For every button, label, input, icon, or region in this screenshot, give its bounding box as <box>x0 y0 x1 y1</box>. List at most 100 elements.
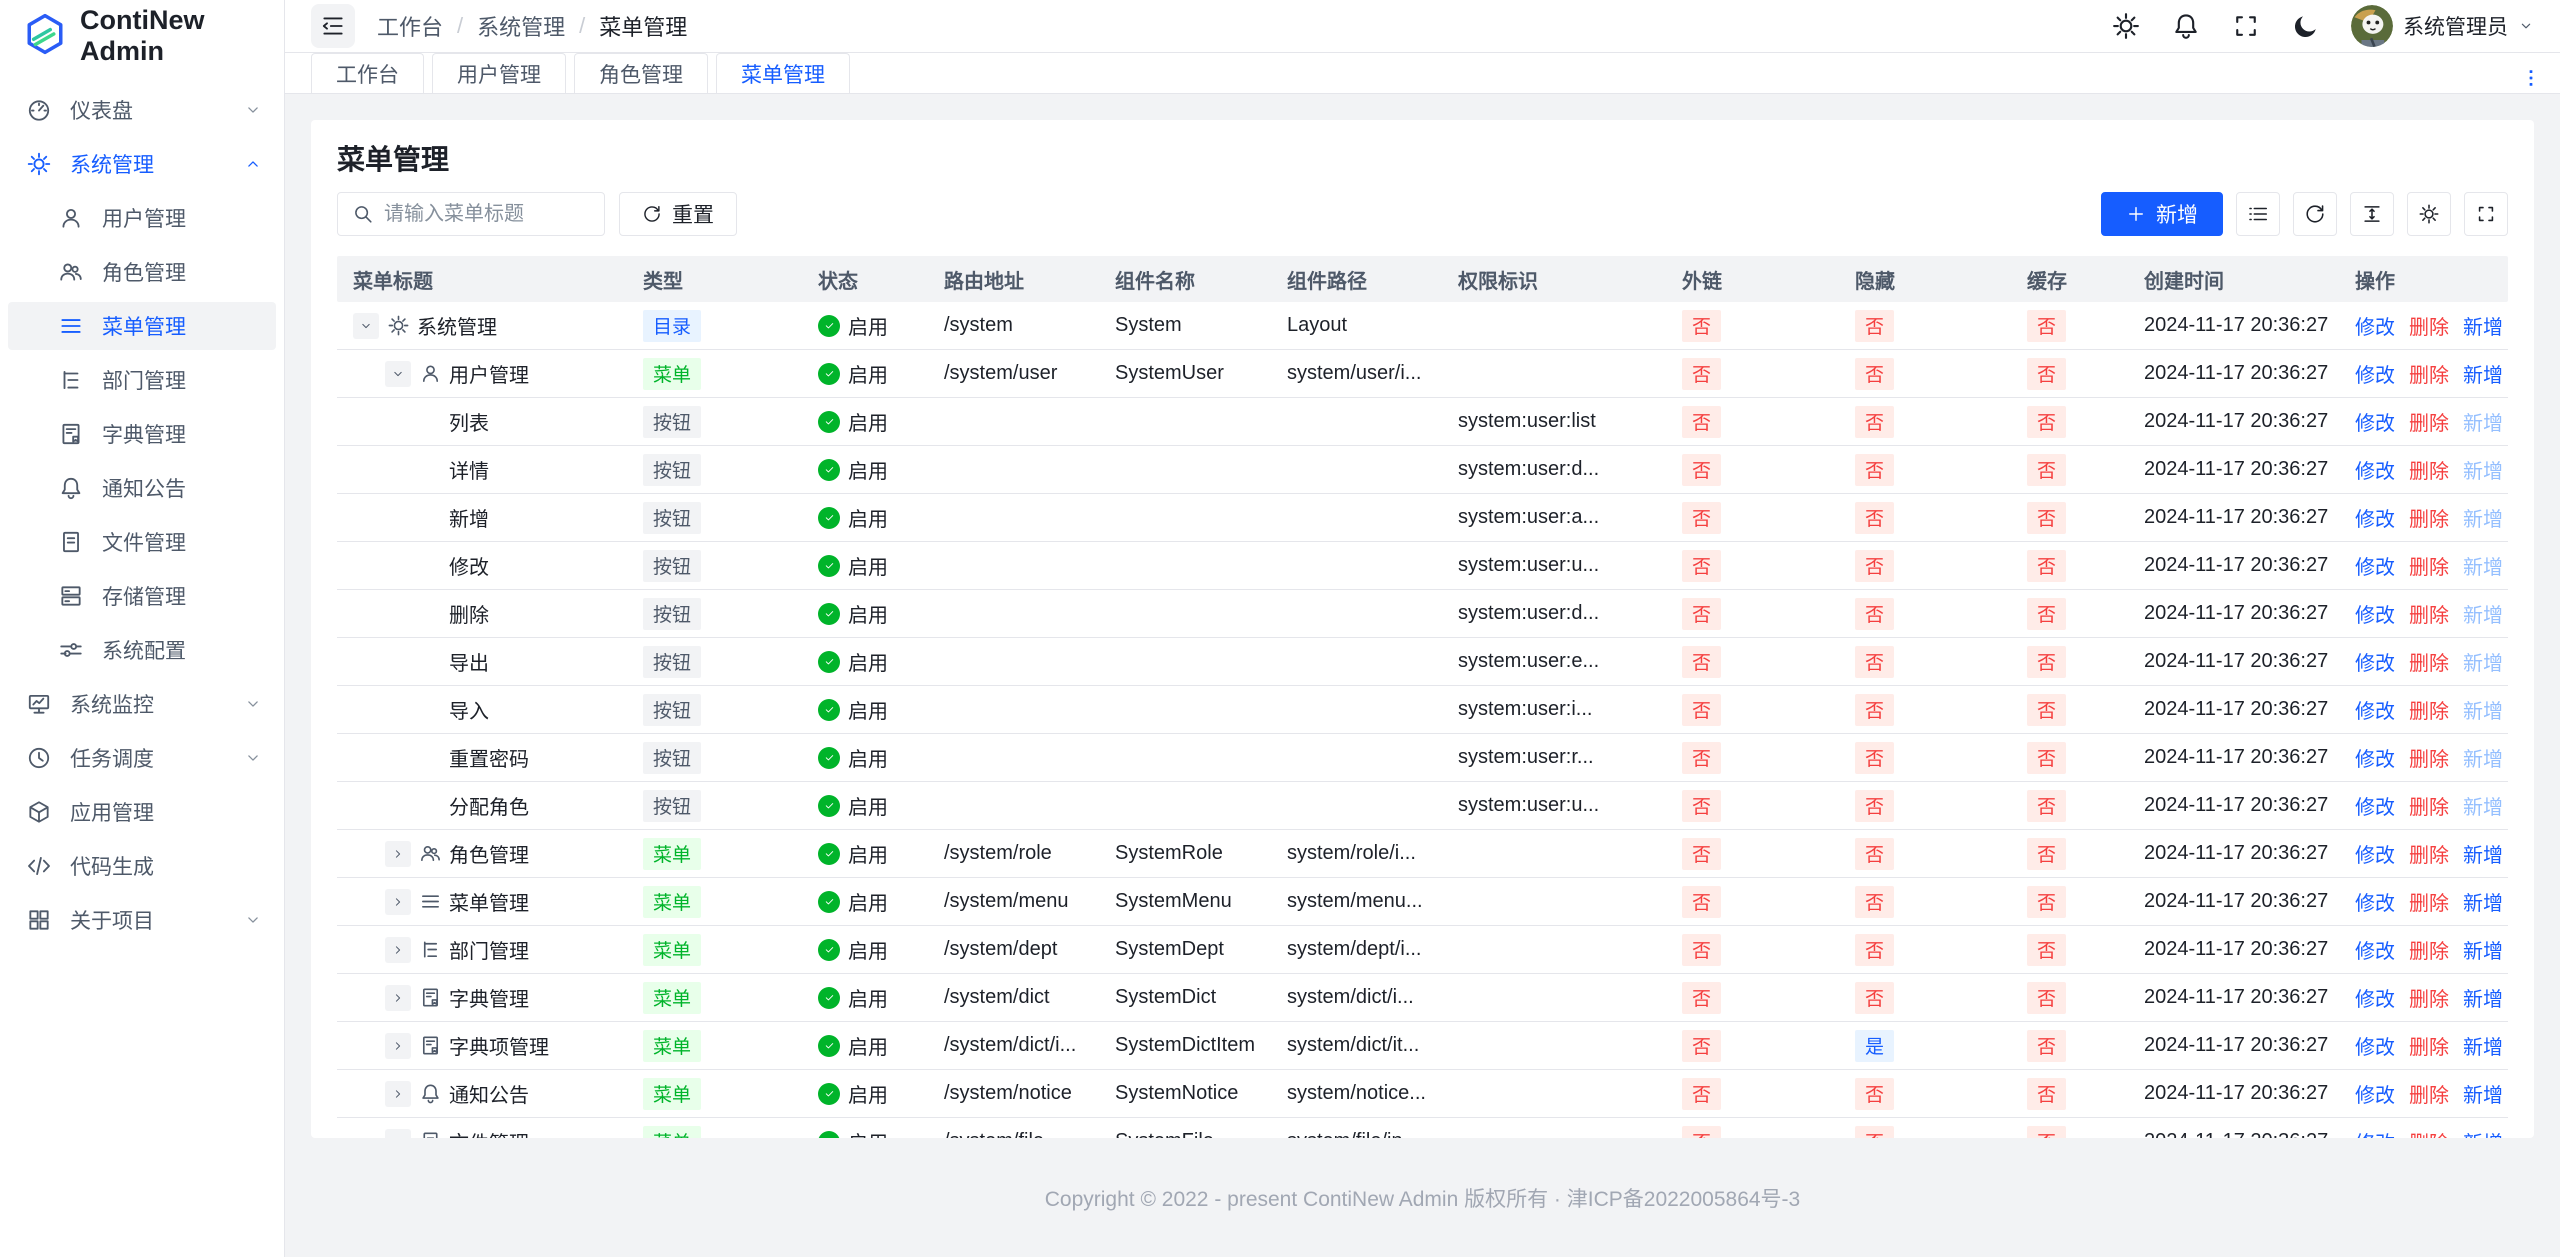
breadcrumb-item[interactable]: 系统管理 <box>477 10 565 42</box>
sidebar-item-label: 系统管理 <box>70 149 244 179</box>
edit-link[interactable]: 修改 <box>2355 359 2395 388</box>
tree-expand-button[interactable] <box>385 1081 411 1107</box>
sidebar-item-clock[interactable]: 任务调度 <box>8 734 276 782</box>
tree-expand-button[interactable] <box>385 361 411 387</box>
add-link[interactable]: 新增 <box>2463 1079 2503 1108</box>
tree-expand-button[interactable] <box>385 841 411 867</box>
add-link[interactable]: 新增 <box>2463 887 2503 916</box>
sidebar-item-file[interactable]: 文件管理 <box>8 518 276 566</box>
delete-link[interactable]: 删除 <box>2409 503 2449 532</box>
edit-link[interactable]: 修改 <box>2355 791 2395 820</box>
edit-link[interactable]: 修改 <box>2355 503 2395 532</box>
edit-link[interactable]: 修改 <box>2355 1079 2395 1108</box>
sidebar-item-bell[interactable]: 通知公告 <box>8 464 276 512</box>
edit-link[interactable]: 修改 <box>2355 839 2395 868</box>
add-link[interactable]: 新增 <box>2463 839 2503 868</box>
sidebar-item-user-group[interactable]: 角色管理 <box>8 248 276 296</box>
sidebar-item-tree[interactable]: 部门管理 <box>8 356 276 404</box>
column-settings-button[interactable] <box>2407 192 2451 236</box>
tree-expand-button[interactable] <box>385 1129 411 1139</box>
edit-link[interactable]: 修改 <box>2355 935 2395 964</box>
tree-expand-button[interactable] <box>385 1033 411 1059</box>
edit-link[interactable]: 修改 <box>2355 887 2395 916</box>
sidebar-item-config[interactable]: 系统配置 <box>8 626 276 674</box>
notification-icon[interactable] <box>2171 11 2201 41</box>
delete-link[interactable]: 删除 <box>2409 407 2449 436</box>
tab[interactable]: 用户管理 <box>432 53 566 93</box>
no-badge: 否 <box>1855 694 1894 726</box>
tab[interactable]: 工作台 <box>311 53 424 93</box>
sidebar-collapse-button[interactable] <box>311 4 355 48</box>
delete-link[interactable]: 删除 <box>2409 743 2449 772</box>
edit-link[interactable]: 修改 <box>2355 455 2395 484</box>
sidebar-item-code[interactable]: 代码生成 <box>8 842 276 890</box>
delete-link[interactable]: 删除 <box>2409 455 2449 484</box>
search-input[interactable] <box>384 203 590 226</box>
delete-link[interactable]: 删除 <box>2409 983 2449 1012</box>
delete-link[interactable]: 删除 <box>2409 695 2449 724</box>
edit-link[interactable]: 修改 <box>2355 743 2395 772</box>
logo[interactable]: ContiNew Admin <box>0 0 284 72</box>
sidebar-item-dict[interactable]: 字典管理 <box>8 410 276 458</box>
reset-button[interactable]: 重置 <box>619 192 737 236</box>
delete-link[interactable]: 删除 <box>2409 311 2449 340</box>
moon-icon[interactable] <box>2291 11 2321 41</box>
delete-link[interactable]: 删除 <box>2409 887 2449 916</box>
tree-expand-button[interactable] <box>385 985 411 1011</box>
add-link[interactable]: 新增 <box>2463 1127 2503 1138</box>
sidebar-item-user[interactable]: 用户管理 <box>8 194 276 242</box>
edit-link[interactable]: 修改 <box>2355 311 2395 340</box>
edit-link[interactable]: 修改 <box>2355 551 2395 580</box>
edit-link[interactable]: 修改 <box>2355 407 2395 436</box>
avatar[interactable] <box>2351 5 2393 47</box>
add-button[interactable]: 新增 <box>2101 192 2223 236</box>
sidebar-item-monitor[interactable]: 系统监控 <box>8 680 276 728</box>
refresh-table-button[interactable] <box>2293 192 2337 236</box>
delete-link[interactable]: 删除 <box>2409 359 2449 388</box>
sidebar-item-cube[interactable]: 应用管理 <box>8 788 276 836</box>
sidebar-item-menu[interactable]: 菜单管理 <box>8 302 276 350</box>
sidebar-item-dashboard[interactable]: 仪表盘 <box>8 86 276 134</box>
delete-link[interactable]: 删除 <box>2409 839 2449 868</box>
tree-expand-button[interactable] <box>353 313 379 339</box>
breadcrumb-item[interactable]: 工作台 <box>377 10 443 42</box>
edit-link[interactable]: 修改 <box>2355 695 2395 724</box>
sidebar-item-grid[interactable]: 关于项目 <box>8 896 276 944</box>
edit-link[interactable]: 修改 <box>2355 599 2395 628</box>
tab-more-icon[interactable] <box>2514 61 2548 95</box>
user-menu[interactable]: 系统管理员 <box>2351 5 2534 47</box>
tree-expand-button[interactable] <box>385 889 411 915</box>
add-link[interactable]: 新增 <box>2463 935 2503 964</box>
menu-title-cell: 导出 <box>337 638 627 685</box>
tab[interactable]: 角色管理 <box>574 53 708 93</box>
delete-link[interactable]: 删除 <box>2409 1127 2449 1138</box>
delete-link[interactable]: 删除 <box>2409 1079 2449 1108</box>
edit-link[interactable]: 修改 <box>2355 983 2395 1012</box>
type-badge: 按钮 <box>643 502 701 534</box>
add-link[interactable]: 新增 <box>2463 983 2503 1012</box>
delete-link[interactable]: 删除 <box>2409 599 2449 628</box>
no-badge: 否 <box>2027 982 2066 1014</box>
no-badge: 否 <box>1855 358 1894 390</box>
delete-link[interactable]: 删除 <box>2409 647 2449 676</box>
edit-link[interactable]: 修改 <box>2355 1127 2395 1138</box>
table-row: 删除按钮启用system:user:d...否否否2024-11-17 20:3… <box>337 590 2508 638</box>
edit-link[interactable]: 修改 <box>2355 647 2395 676</box>
delete-link[interactable]: 删除 <box>2409 935 2449 964</box>
expand-collapse-list-button[interactable] <box>2236 192 2280 236</box>
sidebar-item-settings[interactable]: 系统管理 <box>8 140 276 188</box>
add-link[interactable]: 新增 <box>2463 359 2503 388</box>
add-link[interactable]: 新增 <box>2463 311 2503 340</box>
sidebar-item-storage[interactable]: 存储管理 <box>8 572 276 620</box>
tree-expand-button[interactable] <box>385 937 411 963</box>
delete-link[interactable]: 删除 <box>2409 1031 2449 1060</box>
fullscreen-icon[interactable] <box>2231 11 2261 41</box>
tab[interactable]: 菜单管理 <box>716 53 850 93</box>
row-density-button[interactable] <box>2350 192 2394 236</box>
delete-link[interactable]: 删除 <box>2409 791 2449 820</box>
table-fullscreen-button[interactable] <box>2464 192 2508 236</box>
delete-link[interactable]: 删除 <box>2409 551 2449 580</box>
add-link[interactable]: 新增 <box>2463 1031 2503 1060</box>
settings-icon[interactable] <box>2111 11 2141 41</box>
edit-link[interactable]: 修改 <box>2355 1031 2395 1060</box>
